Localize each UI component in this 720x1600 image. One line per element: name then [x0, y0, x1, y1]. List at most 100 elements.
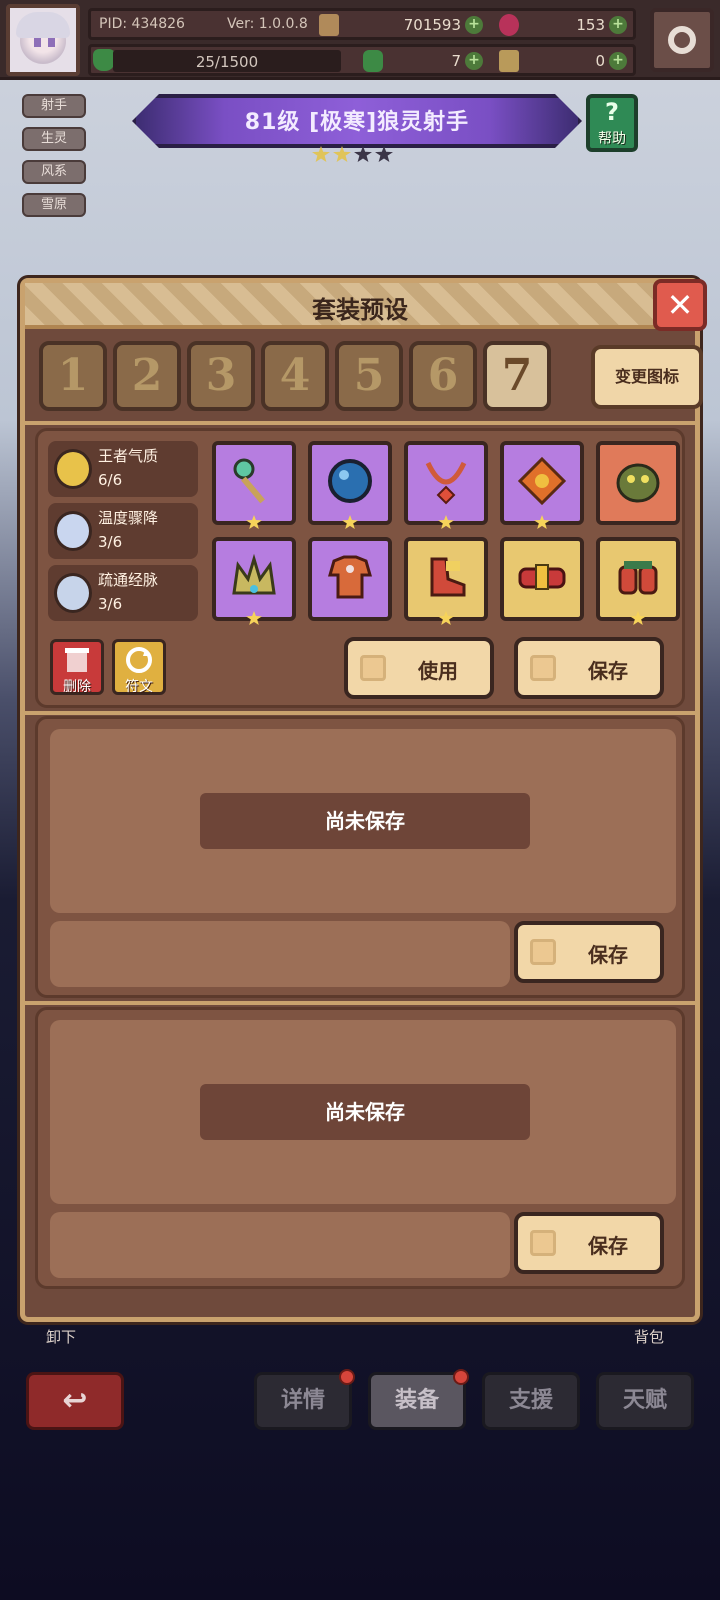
preset-slot-1[interactable]: 1 [39, 341, 107, 411]
checkbox-icon [360, 655, 386, 681]
preset-section-empty: 尚未保存 保存 [35, 1007, 685, 1289]
slot-number: 4 [279, 350, 311, 401]
save-button[interactable]: 保存 [514, 1212, 664, 1274]
preset-name-bar [50, 1212, 510, 1278]
help-button[interactable]: ? 帮助 [586, 94, 638, 152]
slot-number: 1 [57, 350, 89, 401]
tag-archer: 射手 [22, 94, 86, 118]
equip-slot-crown[interactable] [212, 537, 296, 625]
set-name: 王者气质 [98, 447, 159, 465]
star-icon [438, 611, 454, 625]
upload-icon [530, 1230, 556, 1256]
save-button[interactable]: 保存 [514, 921, 664, 983]
preset-slot-6[interactable]: 6 [409, 341, 477, 411]
delete-button[interactable]: 删除 [50, 639, 104, 695]
preset-section-current: 王者气质 6/6 温度骤降 3/6 疏通经脉 3/6 删除 符文 使用 保存 [35, 428, 685, 708]
set-orb-icon [54, 511, 92, 551]
hero-title: 81级 [极寒]狼灵射手 [244, 110, 470, 135]
outfit-preset-modal: 套装预设 ✕ 1 2 3 4 5 6 7 变更图标 王者气质 6/6 温度骤降 … [20, 278, 707, 1322]
settings-button[interactable] [650, 8, 714, 72]
staff-icon [233, 458, 265, 504]
set-count: 3/6 [98, 595, 123, 613]
back-arrow-icon: ↩ [62, 1383, 88, 1418]
clover-amount: 7 [451, 52, 461, 70]
divider [25, 421, 695, 425]
equip-slot-necklace[interactable] [404, 441, 488, 529]
bag-button[interactable]: 背包 [634, 1326, 664, 1347]
energy-clover-icon [93, 49, 115, 71]
change-icon-button[interactable]: 变更图标 [591, 345, 703, 409]
rune-button[interactable]: 符文 [112, 639, 166, 695]
equip-slot-belt[interactable] [500, 537, 584, 621]
tag-creature: 生灵 [22, 127, 86, 151]
goblin-mask-icon [616, 463, 660, 503]
tab-label: 天赋 [622, 1388, 667, 1413]
back-button[interactable]: ↩ [26, 1372, 124, 1430]
set-orb-icon [54, 573, 92, 613]
gem-amount: 153 [576, 16, 605, 34]
slot-number: 6 [427, 350, 459, 401]
close-icon: ✕ [666, 286, 694, 324]
tab-equipment[interactable]: 装备 [368, 1369, 469, 1430]
save-button[interactable]: 保存 [514, 637, 664, 699]
add-clover-icon[interactable]: + [465, 52, 483, 70]
equip-slot-amulet[interactable] [500, 441, 584, 529]
info-bar-top: PID: 434826 Ver: 1.0.0.8 701593 + 153 + [88, 8, 636, 40]
preset-slot-4[interactable]: 4 [261, 341, 329, 411]
equip-slot-gloves[interactable] [596, 537, 680, 625]
unequip-button[interactable]: 卸下 [46, 1326, 76, 1347]
not-saved-label: 尚未保存 [200, 793, 530, 849]
set-bonus-item[interactable]: 温度骤降 3/6 [48, 503, 198, 559]
preset-slot-7[interactable]: 7 [483, 341, 551, 411]
set-bonus-item[interactable]: 疏通经脉 3/6 [48, 565, 198, 621]
tab-label: 装备 [394, 1388, 439, 1413]
add-hammer-icon[interactable]: + [609, 52, 627, 70]
modal-header: 套装预设 [25, 283, 695, 329]
star-empty-icon [375, 146, 393, 162]
star-icon [534, 515, 550, 529]
slot-number: 3 [205, 350, 237, 401]
equip-slot-staff[interactable] [212, 441, 296, 529]
orb-icon [328, 459, 372, 503]
divider [25, 711, 695, 715]
preset-slot-3[interactable]: 3 [187, 341, 255, 411]
belt-icon [518, 564, 566, 590]
player-avatar[interactable] [6, 4, 80, 76]
tag-wind: 风系 [22, 160, 86, 184]
avatar-eye-right [48, 38, 55, 47]
set-name: 温度骤降 [98, 509, 159, 527]
preset-slot-5[interactable]: 5 [335, 341, 403, 411]
slot-number: 5 [353, 350, 385, 401]
star-empty-icon [354, 146, 372, 162]
close-button[interactable]: ✕ [653, 279, 707, 331]
add-gem-icon[interactable]: + [609, 16, 627, 34]
equip-slot-armor[interactable] [308, 537, 392, 621]
equip-slot-boots[interactable] [404, 537, 488, 625]
divider [25, 1001, 695, 1005]
add-gold-icon[interactable]: + [465, 16, 483, 34]
equip-slot-mask[interactable] [596, 441, 680, 525]
equip-slot-orb[interactable] [308, 441, 392, 529]
rune-label: 符文 [125, 679, 153, 695]
preset-slot-2[interactable]: 2 [113, 341, 181, 411]
necklace-icon [425, 461, 467, 505]
tab-talent[interactable]: 天赋 [596, 1372, 694, 1430]
top-bar: PID: 434826 Ver: 1.0.0.8 701593 + 153 + … [0, 0, 720, 80]
tab-support[interactable]: 支援 [482, 1372, 580, 1430]
gem-icon [499, 14, 519, 36]
tab-label: 详情 [280, 1388, 325, 1413]
hammer-icon [499, 50, 519, 72]
set-count: 6/6 [98, 471, 123, 489]
tab-details[interactable]: 详情 [254, 1369, 355, 1430]
gold-coin-icon [319, 14, 339, 36]
rune-swap-icon [126, 647, 152, 673]
upload-icon [530, 939, 556, 965]
player-id: PID: 434826 [99, 16, 185, 32]
set-bonus-item[interactable]: 王者气质 6/6 [48, 441, 198, 497]
use-button[interactable]: 使用 [344, 637, 494, 699]
save-label: 保存 [588, 659, 628, 683]
trash-icon [65, 648, 89, 672]
set-orb-icon [54, 449, 92, 489]
gear-icon [668, 26, 696, 54]
not-saved-label: 尚未保存 [200, 1084, 530, 1140]
